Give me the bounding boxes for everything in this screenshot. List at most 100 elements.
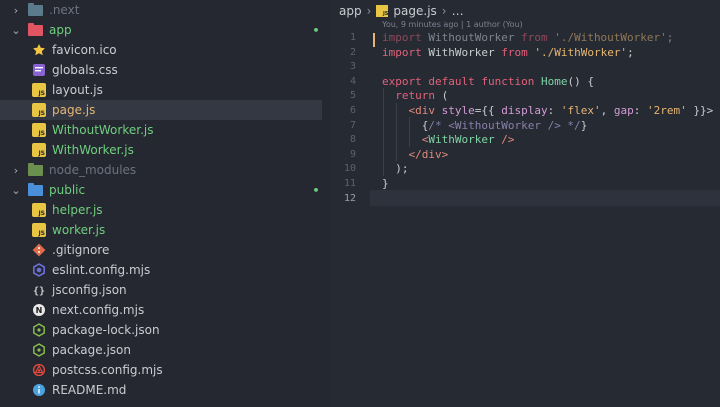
- code-line[interactable]: <div style={{ display: 'flex', gap: '2re…: [382, 104, 713, 117]
- tree-item-readme[interactable]: README.md: [0, 380, 322, 400]
- tree-item-label: WithoutWorker.js: [52, 123, 154, 137]
- code-token: WithWorker: [428, 45, 495, 59]
- line-number: 5: [349, 90, 356, 102]
- line-number: 1: [349, 32, 356, 43]
- code-token: }: [382, 177, 389, 190]
- code-token: >: [441, 147, 449, 161]
- git-blame-annotation[interactable]: You, 9 minutes ago | 1 author (You): [382, 20, 523, 29]
- node-icon: [32, 343, 46, 357]
- code-token: default: [428, 74, 482, 88]
- code-token: gap: [613, 104, 634, 117]
- tree-item-worker-js[interactable]: JSworker.jsU: [0, 220, 322, 240]
- js-file-icon: JS: [32, 103, 46, 117]
- tree-item-app-folder[interactable]: ⌄ app •: [0, 20, 322, 40]
- code-token: );: [382, 162, 409, 176]
- code-token: Home: [540, 74, 568, 88]
- tree-item-next-folder[interactable]: › .next: [0, 0, 322, 20]
- next-icon: N: [32, 303, 46, 317]
- code-token: (: [441, 89, 449, 103]
- line-number: 9: [349, 148, 356, 160]
- breadcrumb-symbols[interactable]: …: [452, 4, 464, 18]
- code-token: ={{: [474, 104, 502, 117]
- code-token: 'flex': [560, 104, 601, 117]
- tree-item-label: jsconfig.json: [52, 283, 127, 297]
- chevron-right-icon[interactable]: ›: [10, 4, 22, 17]
- tree-item-withoutworker-js[interactable]: JSWithoutWorker.jsU: [0, 120, 322, 140]
- chevron-right-icon[interactable]: ›: [10, 164, 22, 177]
- tree-item-withworker-js[interactable]: JSWithWorker.jsU: [0, 140, 322, 160]
- tree-item-gitignore[interactable]: .gitignore: [0, 240, 322, 260]
- code-token: from: [494, 45, 535, 59]
- tree-item-jsconfig[interactable]: {} jsconfig.json: [0, 280, 322, 300]
- breadcrumb-file[interactable]: page.js: [393, 4, 436, 18]
- code-line[interactable]: export default function Home() {: [382, 75, 594, 88]
- chevron-down-icon[interactable]: ⌄: [10, 24, 22, 37]
- postcss-icon: [32, 363, 46, 377]
- css-icon: [32, 63, 46, 77]
- code-token: '2rem': [646, 104, 687, 117]
- code-token: style: [441, 104, 475, 117]
- breadcrumb-separator: ›: [441, 4, 447, 18]
- tree-item-package-lock[interactable]: package-lock.json: [0, 320, 322, 340]
- code-token: from: [514, 31, 555, 44]
- chevron-down-icon[interactable]: ⌄: [10, 184, 22, 197]
- tree-item-label: favicon.ico: [52, 43, 117, 57]
- tree-item-public-folder[interactable]: ⌄ public •: [0, 180, 322, 200]
- line-number: 10: [343, 163, 356, 175]
- code-line[interactable]: }: [382, 177, 389, 190]
- info-icon: [32, 383, 46, 397]
- json-icon: {}: [32, 283, 46, 297]
- code-editor[interactable]: app › JS page.js › … You, 9 minutes ago …: [330, 0, 720, 407]
- code-token: <: [382, 133, 429, 147]
- tree-item-package-json[interactable]: package.json: [0, 340, 322, 360]
- code-token: return: [382, 89, 442, 103]
- code-token: display: [501, 104, 548, 117]
- breadcrumb-folder[interactable]: app: [339, 4, 362, 18]
- tree-item-next-config[interactable]: Nnext.config.mjs: [0, 300, 322, 320]
- code-token: function: [481, 74, 541, 88]
- code-token: }: [580, 118, 588, 132]
- line-number: 2: [349, 46, 356, 58]
- tree-item-label: WithWorker.js: [52, 143, 134, 157]
- tree-item-node-modules-folder[interactable]: › node_modules: [0, 160, 322, 180]
- node-icon: [32, 323, 46, 337]
- tree-item-globals-css[interactable]: globals.css: [0, 60, 322, 80]
- code-token: import: [382, 31, 429, 44]
- code-token: ,: [600, 104, 614, 117]
- folder-icon: [28, 2, 43, 16]
- code-token: }}>: [686, 104, 714, 117]
- pane-divider[interactable]: [322, 0, 330, 407]
- code-token: './WithWorker': [534, 45, 628, 59]
- js-file-icon: JS: [376, 5, 389, 17]
- tree-item-layout-js[interactable]: JS layout.js: [0, 80, 322, 100]
- tree-item-label: worker.js: [52, 223, 106, 237]
- tree-item-label: public: [49, 183, 86, 197]
- tree-item-label: app: [49, 23, 72, 37]
- folder-icon: [28, 22, 43, 36]
- tree-item-page-js[interactable]: JSpage.jsM: [0, 100, 322, 120]
- tree-item-label: eslint.config.mjs: [52, 263, 151, 277]
- js-file-icon: JS: [32, 203, 46, 217]
- tree-item-label: .next: [49, 3, 80, 17]
- code-line[interactable]: import WithWorker from './WithWorker';: [382, 46, 634, 59]
- code-line[interactable]: <WithWorker />: [382, 133, 515, 147]
- tree-item-label: layout.js: [52, 83, 103, 97]
- tree-item-eslint-config[interactable]: eslint.config.mjs: [0, 260, 322, 280]
- tree-item-postcss-config[interactable]: postcss.config.mjs: [0, 360, 322, 380]
- tree-item-helper-js[interactable]: JShelper.jsU: [0, 200, 322, 220]
- code-token: './WithoutWorker': [554, 31, 667, 44]
- code-token: ;: [666, 31, 674, 44]
- tree-item-favicon[interactable]: favicon.ico: [0, 40, 322, 60]
- code-line[interactable]: return (: [382, 89, 448, 102]
- code-token: div: [415, 104, 442, 117]
- code-token: :: [633, 104, 647, 117]
- code-token: />: [494, 133, 515, 147]
- code-line[interactable]: import WithoutWorker from './WithoutWork…: [382, 31, 673, 44]
- code-line[interactable]: );: [382, 162, 409, 176]
- line-number: 11: [343, 178, 356, 189]
- breadcrumb-separator: ›: [366, 4, 372, 18]
- code-line[interactable]: </div>: [382, 148, 448, 161]
- code-line[interactable]: {/* <WithoutWorker /> */}: [382, 118, 588, 132]
- code-token: WithoutWorker: [428, 31, 515, 44]
- line-number: 4: [349, 75, 356, 87]
